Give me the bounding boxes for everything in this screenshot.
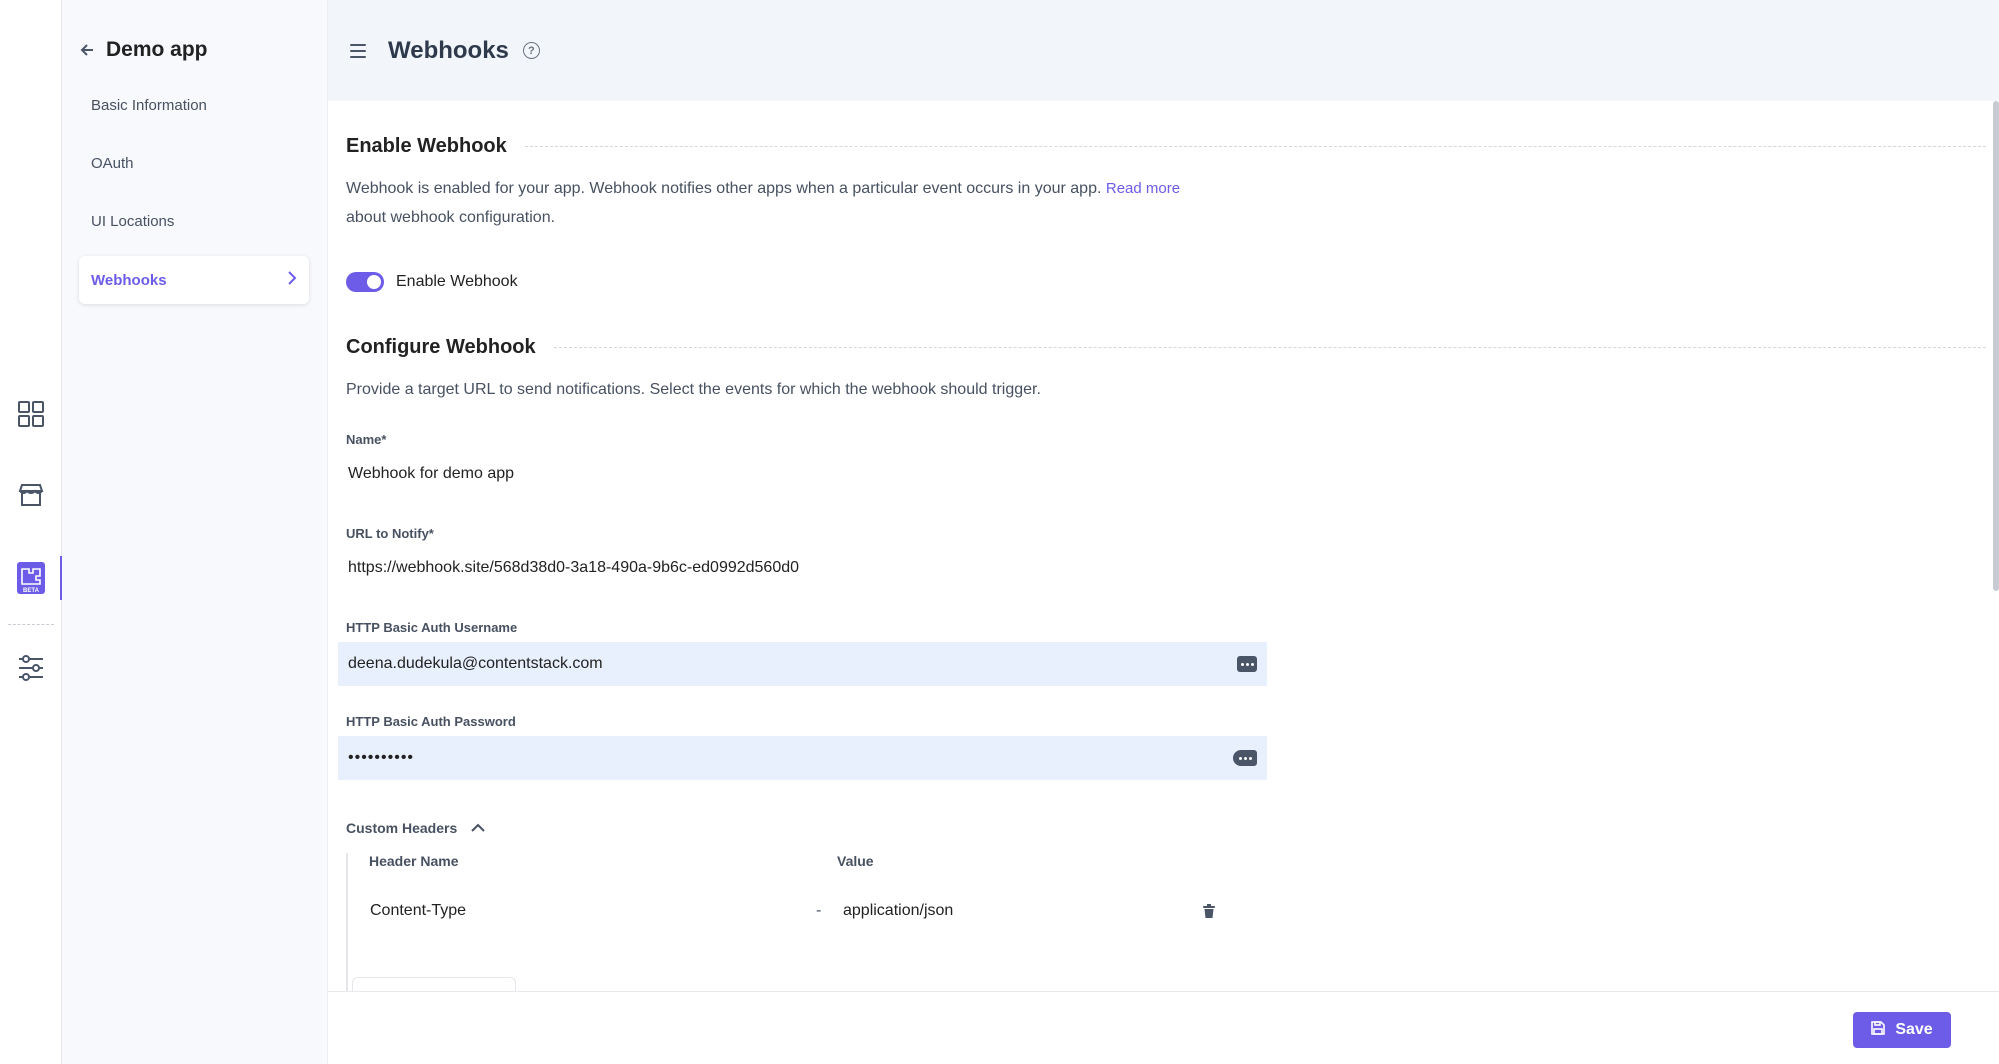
section-title: Enable Webhook — [346, 135, 507, 157]
app-window: BETA Demo app Basic Information OAuth UI… — [0, 0, 1999, 1064]
page-footer: Save — [328, 991, 1999, 1064]
configure-webhook-description: Provide a target URL to send notificatio… — [346, 381, 1041, 398]
enable-webhook-heading: Enable Webhook — [346, 135, 1986, 158]
name-field[interactable]: Webhook for demo app — [348, 465, 514, 483]
chevron-right-icon — [287, 271, 297, 289]
password-field[interactable]: •••••••••• — [338, 736, 1267, 780]
chevron-up-icon — [471, 820, 485, 836]
password-manager-icon[interactable] — [1233, 750, 1257, 766]
sidebar-item-basic-information[interactable]: Basic Information — [79, 81, 309, 129]
custom-headers-toggle[interactable]: Custom Headers — [346, 820, 485, 836]
value-column: Value — [837, 853, 874, 869]
username-label: HTTP Basic Auth Username — [346, 620, 518, 635]
help-icon[interactable]: ? — [522, 42, 540, 59]
settings-sliders-icon[interactable] — [13, 650, 49, 686]
section-title: Configure Webhook — [346, 336, 536, 358]
custom-headers-table: Header Name Value Content-Type - applica… — [346, 853, 1246, 993]
save-button[interactable]: Save — [1853, 1012, 1951, 1048]
sidebar-item-label: Basic Information — [91, 96, 207, 114]
sidebar-item-webhooks[interactable]: Webhooks — [79, 256, 309, 304]
back-arrow-icon[interactable] — [78, 41, 96, 59]
marketplace-icon[interactable] — [13, 477, 49, 513]
password-manager-icon[interactable] — [1237, 656, 1257, 672]
rail-divider — [8, 624, 54, 625]
content-scrollbar[interactable] — [1993, 101, 1999, 591]
save-icon — [1871, 1020, 1886, 1040]
enable-webhook-description: Webhook is enabled for your app. Webhook… — [346, 180, 1181, 226]
sidebar-item-oauth[interactable]: OAuth — [79, 139, 309, 187]
header-separator: - — [816, 902, 822, 919]
configure-webhook-heading: Configure Webhook — [346, 336, 1986, 359]
header-name-column: Header Name — [369, 853, 459, 869]
icon-rail: BETA — [0, 0, 62, 1064]
page-title: Webhooks — [388, 36, 509, 64]
read-more-link[interactable]: Read more — [1106, 180, 1180, 197]
url-label: URL to Notify* — [346, 526, 434, 541]
name-label: Name* — [346, 432, 387, 447]
sidebar-item-label: Webhooks — [91, 271, 167, 289]
hamburger-menu-icon[interactable] — [348, 41, 368, 61]
app-name: Demo app — [106, 38, 208, 61]
dashboard-grid-icon[interactable] — [13, 396, 49, 432]
header-value-input[interactable]: application/json — [843, 902, 953, 920]
page-header: Webhooks ? — [328, 0, 1999, 101]
developer-hub-icon[interactable]: BETA — [13, 560, 49, 596]
sidebar-item-ui-locations[interactable]: UI Locations — [79, 197, 309, 245]
enable-webhook-toggle[interactable] — [346, 272, 384, 292]
trash-icon[interactable] — [1202, 903, 1216, 919]
username-field[interactable]: deena.dudekula@contentstack.com — [338, 642, 1267, 686]
enable-webhook-row: Enable Webhook — [346, 272, 518, 292]
url-field[interactable]: https://webhook.site/568d38d0-3a18-490a-… — [348, 559, 799, 577]
main-content: Enable Webhook Webhook is enabled for yo… — [328, 101, 1999, 997]
sidebar-header: Demo app — [78, 38, 208, 62]
beta-badge: BETA — [23, 588, 40, 594]
app-sidebar: Demo app Basic Information OAuth UI Loca… — [62, 0, 328, 1064]
password-label: HTTP Basic Auth Password — [346, 714, 516, 729]
header-name-input[interactable]: Content-Type — [370, 902, 466, 920]
custom-headers-label: Custom Headers — [346, 820, 458, 836]
sidebar-item-label: UI Locations — [91, 212, 175, 230]
toggle-label: Enable Webhook — [396, 273, 518, 290]
save-label: Save — [1895, 1021, 1933, 1038]
sidebar-item-label: OAuth — [91, 154, 134, 172]
